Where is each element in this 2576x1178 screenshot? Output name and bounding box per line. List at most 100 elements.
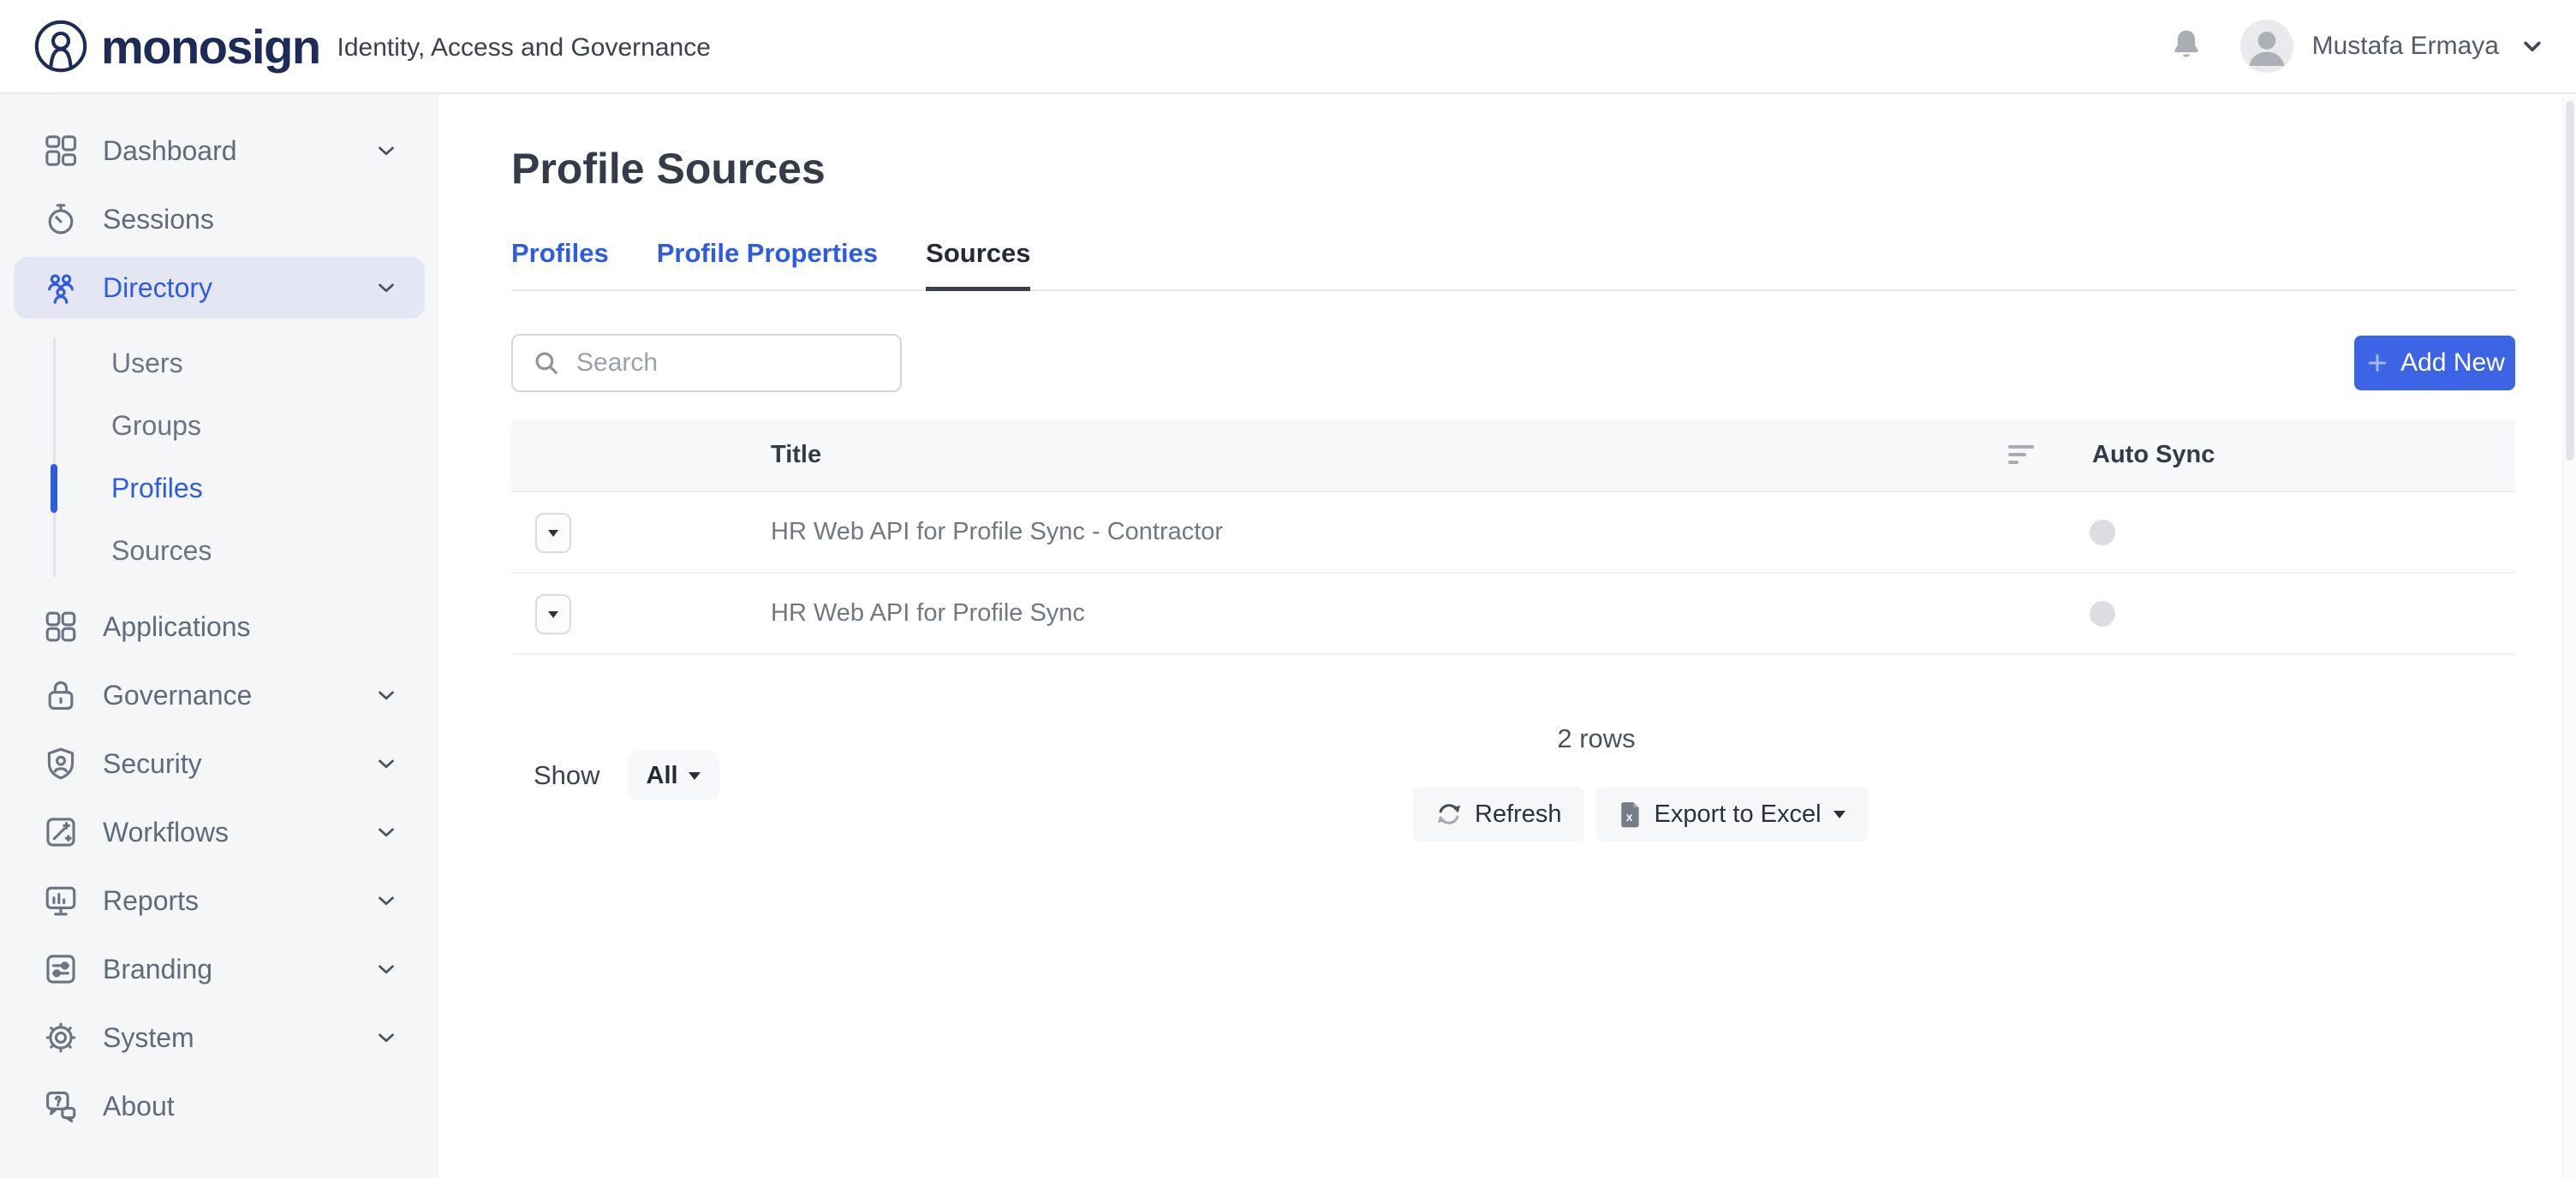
sidebar: Dashboard Sessions Directory Users Group… — [0, 94, 438, 1178]
dashboard-icon — [41, 131, 80, 170]
caret-down-icon — [548, 610, 558, 618]
auto-sync-indicator — [2090, 601, 2115, 627]
table-header: Title Auto Sync — [511, 419, 2515, 492]
refresh-button[interactable]: Refresh — [1413, 787, 1584, 842]
export-to-excel-button[interactable]: x Export to Excel — [1595, 787, 1868, 842]
magic-wand-icon — [41, 812, 80, 852]
sidebar-item-security[interactable]: Security — [14, 733, 425, 794]
sidebar-item-governance[interactable]: Governance — [14, 664, 425, 726]
chevron-down-icon — [373, 956, 399, 982]
table-actions: Refresh x Export to Excel — [1413, 787, 1868, 842]
plus-icon — [2364, 350, 2390, 376]
chevron-down-icon — [373, 275, 399, 300]
topbar-right: Mustafa Ermaya — [2168, 20, 2576, 73]
sidebar-item-system[interactable]: System — [14, 1007, 425, 1068]
sort-icon[interactable] — [2008, 445, 2034, 464]
search-input[interactable] — [576, 348, 868, 378]
sidebar-item-workflows[interactable]: Workflows — [14, 801, 425, 863]
row-title[interactable]: HR Web API for Profile Sync — [771, 574, 1085, 653]
tab-bar: Profiles Profile Properties Sources — [511, 238, 2515, 291]
excel-file-icon: x — [1619, 800, 1643, 829]
sidebar-item-directory[interactable]: Directory — [14, 257, 425, 318]
monosign-logo-icon — [34, 20, 87, 73]
sidebar-item-groups[interactable]: Groups — [0, 395, 438, 457]
sub-item-label: Groups — [111, 410, 201, 441]
sidebar-item-sessions[interactable]: Sessions — [14, 188, 425, 250]
sidebar-item-label: About — [103, 1090, 175, 1121]
chevron-down-icon — [373, 1025, 399, 1050]
add-new-label: Add New — [2400, 348, 2505, 377]
caret-down-icon — [688, 771, 701, 780]
sidebar-item-label: Security — [103, 747, 202, 779]
sidebar-item-label: Reports — [103, 884, 200, 916]
sidebar-item-about[interactable]: About — [14, 1075, 425, 1137]
refresh-icon — [1435, 800, 1463, 828]
bell-icon[interactable] — [2168, 26, 2204, 68]
add-new-button[interactable]: Add New — [2354, 336, 2515, 390]
sidebar-item-label: Sessions — [103, 203, 214, 235]
column-header-title: Title — [771, 441, 822, 468]
tab-profile-properties[interactable]: Profile Properties — [657, 238, 878, 289]
show-label: Show — [534, 760, 600, 790]
sidebar-item-sources[interactable]: Sources — [0, 520, 438, 582]
sidebar-item-label: System — [103, 1021, 194, 1053]
sub-item-label: Sources — [111, 535, 212, 566]
row-actions-dropdown[interactable] — [535, 594, 571, 634]
sources-table: Title Auto Sync HR Web API for Profile S… — [511, 419, 2515, 655]
main-content: Profile Sources Profiles Profile Propert… — [438, 94, 2576, 1178]
sidebar-item-label: Branding — [103, 953, 213, 985]
page-title: Profile Sources — [511, 145, 826, 193]
top-bar: monosign Identity, Access and Governance… — [0, 0, 2576, 94]
user-name[interactable]: Mustafa Ermaya — [2312, 32, 2499, 61]
caret-down-icon — [548, 529, 558, 537]
refresh-label: Refresh — [1475, 800, 1562, 828]
vertical-scrollbar[interactable] — [2562, 96, 2576, 1178]
sidebar-item-dashboard[interactable]: Dashboard — [14, 120, 425, 181]
row-actions-dropdown[interactable] — [535, 513, 571, 553]
tab-profiles[interactable]: Profiles — [511, 238, 609, 289]
tab-sources[interactable]: Sources — [926, 238, 1031, 291]
sidebar-item-label: Governance — [103, 679, 253, 711]
chevron-down-icon — [373, 751, 399, 776]
lock-icon — [41, 675, 80, 715]
svg-text:x: x — [1625, 811, 1632, 824]
sub-item-label: Profiles — [111, 473, 203, 503]
stopwatch-icon — [41, 199, 80, 239]
sidebar-item-applications[interactable]: Applications — [14, 596, 425, 657]
sidebar-item-branding[interactable]: Branding — [14, 938, 425, 1000]
sub-item-label: Users — [111, 348, 183, 378]
page-size-dropdown[interactable]: All — [627, 751, 719, 800]
row-title[interactable]: HR Web API for Profile Sync - Contractor — [771, 492, 1223, 572]
sidebar-item-label: Directory — [103, 271, 213, 303]
table-row: HR Web API for Profile Sync — [511, 574, 2515, 655]
sidebar-item-users[interactable]: Users — [0, 332, 438, 395]
people-icon — [41, 268, 80, 307]
directory-submenu: Users Groups Profiles Sources — [0, 332, 438, 582]
brand-tagline: Identity, Access and Governance — [337, 33, 711, 62]
row-count: 2 rows — [1557, 723, 1636, 753]
brand-wordmark: monosign — [101, 19, 321, 74]
show-group: Show All — [534, 751, 719, 800]
sidebar-item-label: Applications — [103, 610, 251, 642]
chevron-down-icon — [373, 138, 399, 164]
sidebar-item-reports[interactable]: Reports — [14, 870, 425, 931]
column-header-auto-sync: Auto Sync — [2092, 441, 2215, 468]
sidebar-item-label: Workflows — [103, 816, 229, 848]
export-label: Export to Excel — [1654, 800, 1822, 828]
search-box — [511, 334, 902, 392]
brand-logo[interactable]: monosign — [33, 18, 321, 74]
search-icon — [532, 348, 561, 378]
table-row: HR Web API for Profile Sync - Contractor — [511, 492, 2515, 574]
scrollbar-thumb[interactable] — [2566, 101, 2574, 461]
auto-sync-indicator — [2090, 520, 2115, 545]
sidebar-item-profiles[interactable]: Profiles — [0, 457, 438, 520]
user-menu-chevron-down-icon[interactable] — [2518, 32, 2547, 61]
apps-grid-icon — [41, 607, 80, 646]
chat-question-icon — [41, 1086, 80, 1126]
sidebar-item-label: Dashboard — [103, 134, 237, 166]
sliders-icon — [41, 949, 80, 989]
chevron-down-icon — [373, 819, 399, 845]
shield-user-icon — [41, 744, 80, 783]
chevron-down-icon — [373, 682, 399, 708]
avatar[interactable] — [2239, 20, 2293, 73]
